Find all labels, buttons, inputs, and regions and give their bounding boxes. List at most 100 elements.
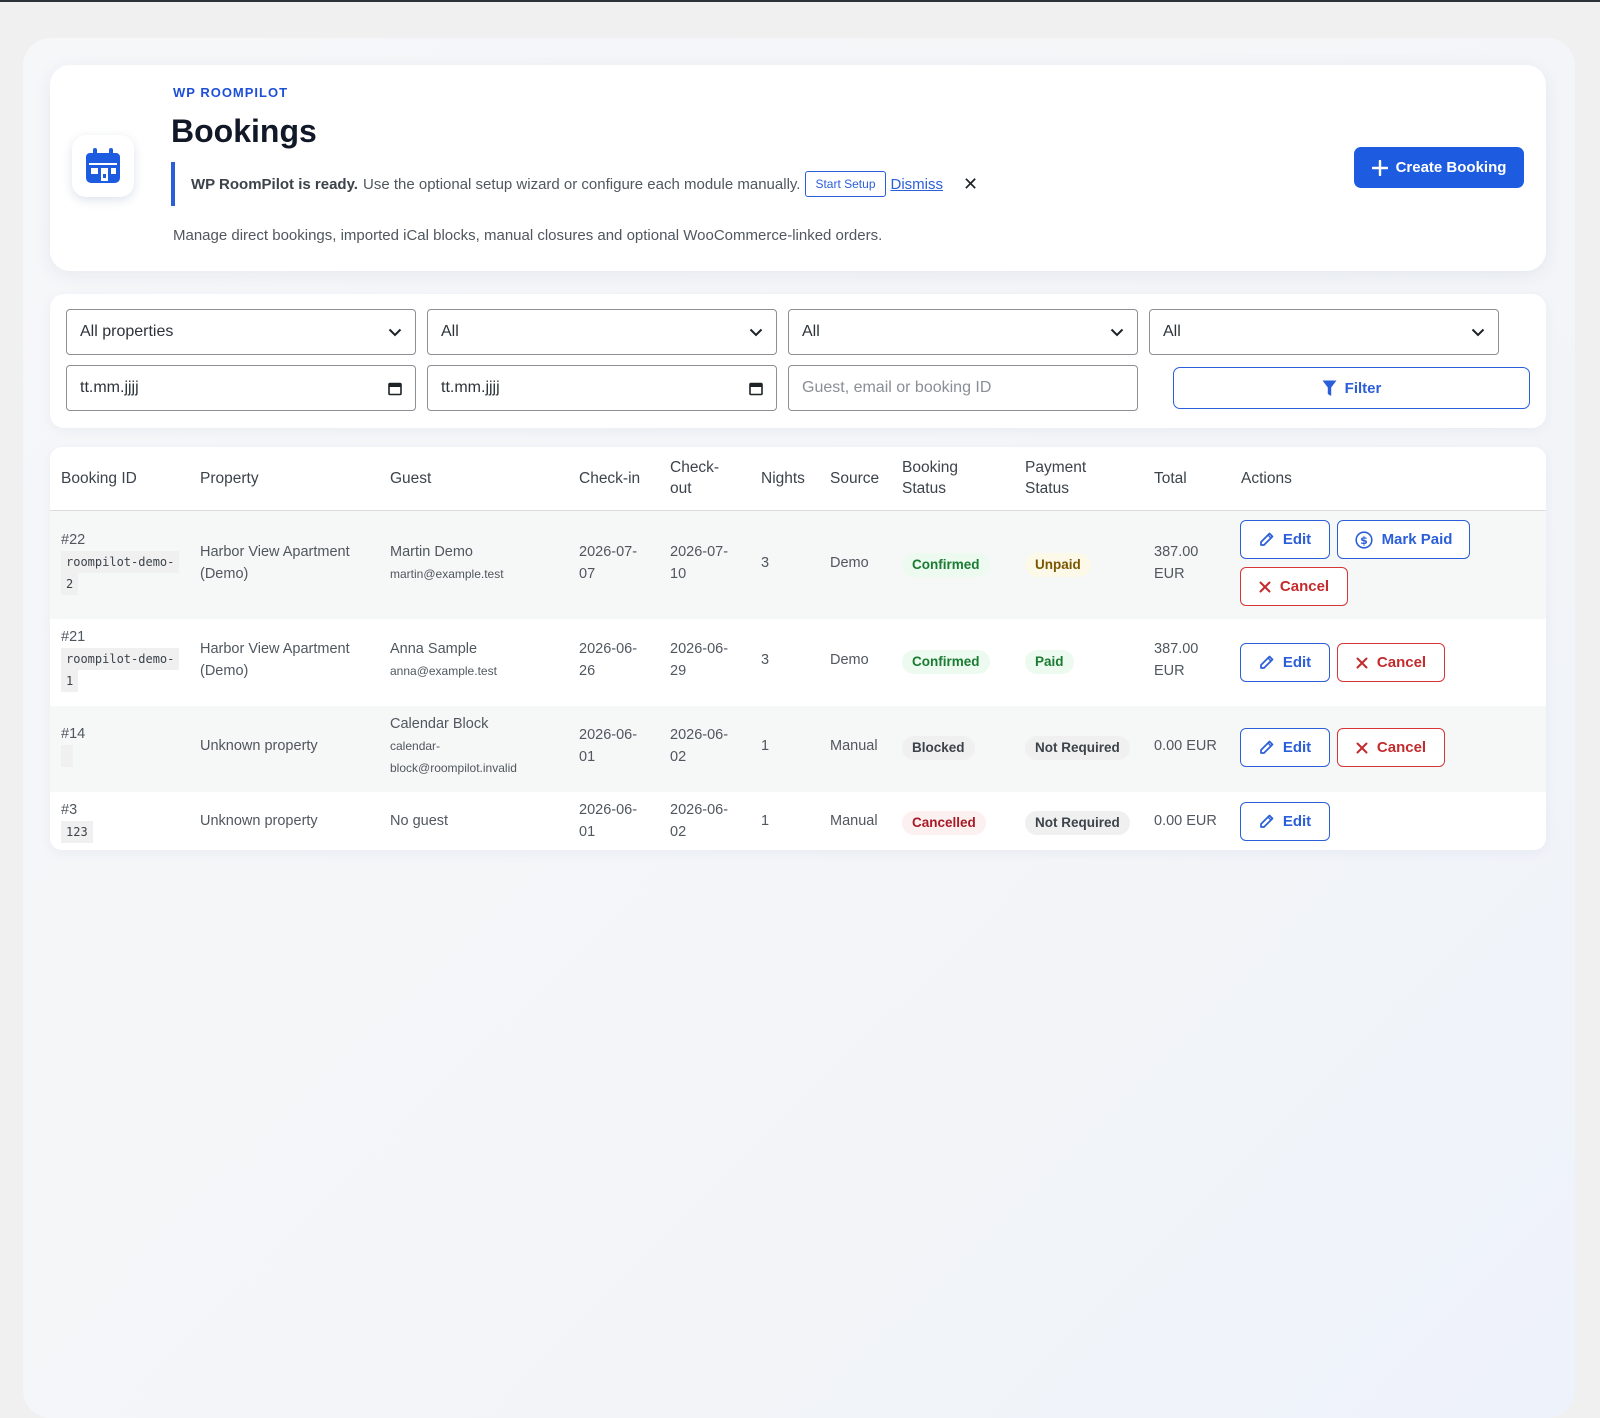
nights-cell: 1 <box>761 813 770 829</box>
table-row: #3 123 Unknown property No guest 2026-06… <box>50 792 1546 850</box>
checkout-cell: 2026-07- 10 <box>670 541 728 585</box>
edit-button[interactable]: Edit <box>1240 643 1330 682</box>
payment-status-badge: Unpaid <box>1025 553 1091 577</box>
col-total: Total <box>1154 470 1187 487</box>
checkout-date-cont: 10 <box>670 566 687 582</box>
col-payment-status: Payment Status <box>1025 457 1086 499</box>
create-booking-button[interactable]: Create Booking <box>1354 147 1524 188</box>
col-payment-status-line1: Payment <box>1025 459 1087 476</box>
pencil-icon <box>1259 814 1274 828</box>
col-checkout: Check- out <box>670 457 719 499</box>
date-from-input[interactable]: tt.mm.jjjj <box>66 365 416 411</box>
checkin-date: 2026-06- <box>579 641 638 657</box>
checkin-date-cont: 26 <box>579 663 596 679</box>
col-booking-id: Booking ID <box>61 470 137 487</box>
guest-cell: No guest <box>390 813 449 829</box>
cancel-button[interactable]: Cancel <box>1337 643 1445 682</box>
chevron-down-icon <box>388 328 402 336</box>
booking-reference-cont: 1 <box>61 670 79 692</box>
start-setup-button[interactable]: Start Setup <box>805 171 886 197</box>
guest-email: anna@example.test <box>390 664 497 678</box>
col-nights: Nights <box>761 470 805 487</box>
status-select-value: All <box>441 323 459 340</box>
checkout-date: 2026-06- <box>670 641 729 657</box>
total-amount: 387.00 <box>1154 544 1199 560</box>
notice-title: WP RoomPilot is ready. <box>191 175 358 193</box>
pencil-icon <box>1259 532 1274 546</box>
app-logo <box>72 135 134 197</box>
property-name-cont: (Demo) <box>200 663 249 679</box>
source-select[interactable]: All <box>1149 309 1499 355</box>
booking-id-cell: #14 <box>61 723 85 774</box>
table-row: #21 roompilot-demo- 1 Harbor View Apartm… <box>50 619 1546 706</box>
col-property: Property <box>200 470 259 487</box>
cancel-label: Cancel <box>1376 739 1427 756</box>
guest-name: Calendar Block <box>390 716 489 732</box>
cancel-button[interactable]: Cancel <box>1240 567 1348 606</box>
edit-label: Edit <box>1282 739 1312 756</box>
status-select[interactable]: All <box>427 309 777 355</box>
dismiss-link[interactable]: Dismiss <box>891 176 944 193</box>
total-currency: EUR <box>1154 663 1185 679</box>
booking-reference: roompilot-demo- <box>61 648 180 670</box>
col-checkout-line2: out <box>670 480 692 497</box>
booking-reference-cont: 2 <box>61 573 79 595</box>
page-title: Bookings <box>171 113 317 149</box>
edit-button[interactable]: Edit <box>1240 728 1330 767</box>
col-actions: Actions <box>1241 470 1292 487</box>
total-cell: 387.00 EUR <box>1154 541 1198 585</box>
edit-label: Edit <box>1282 654 1312 671</box>
bookings-table: Booking ID Property Guest Check-in Check… <box>50 447 1546 850</box>
date-from-value: tt.mm.jjjj <box>80 379 139 396</box>
checkout-cell: 2026-06- 02 <box>670 724 728 768</box>
setup-notice: WP RoomPilot is ready. Use the optional … <box>171 162 978 206</box>
col-payment-status-line2: Status <box>1025 480 1069 497</box>
edit-button[interactable]: Edit <box>1240 802 1330 841</box>
guest-name: Anna Sample <box>390 641 478 657</box>
filter-button[interactable]: Filter <box>1173 367 1530 409</box>
col-checkin: Check-in <box>579 470 641 487</box>
date-to-input[interactable]: tt.mm.jjjj <box>427 365 777 411</box>
notice-text: Use the optional setup wizard or configu… <box>362 175 801 193</box>
payment-select[interactable]: All <box>788 309 1138 355</box>
table-row: #22 roompilot-demo- 2 Harbor View Apartm… <box>50 511 1546 619</box>
property-cell: Unknown property <box>200 813 318 829</box>
checkin-cell: 2026-07- 07 <box>579 541 637 585</box>
booking-id: #22 <box>61 532 86 548</box>
property-name: Harbor View Apartment <box>200 641 350 657</box>
search-placeholder: Guest, email or booking ID <box>802 379 992 396</box>
mark-paid-label: Mark Paid <box>1381 531 1453 548</box>
total-cell: 387.00 EUR <box>1154 638 1198 682</box>
header-card: WP ROOMPILOT Bookings WP RoomPilot is re… <box>50 65 1546 271</box>
total-currency: EUR <box>1154 566 1185 582</box>
payment-select-value: All <box>802 323 820 340</box>
booking-id: #14 <box>61 726 86 742</box>
total-cell: 0.00 EUR <box>1154 813 1217 829</box>
property-name-cont: (Demo) <box>200 566 249 582</box>
close-icon[interactable]: ✕ <box>963 175 978 193</box>
payment-status-badge: Not Required <box>1025 811 1130 835</box>
chevron-down-icon <box>1471 328 1485 336</box>
source-cell: Demo <box>830 652 869 668</box>
booking-id: #3 <box>61 802 78 818</box>
cancel-button[interactable]: Cancel <box>1337 728 1445 767</box>
brand-eyebrow: WP ROOMPILOT <box>173 85 289 100</box>
checkout-date-cont: 02 <box>670 824 687 840</box>
col-booking-status-line2: Status <box>902 480 946 497</box>
svg-text:$: $ <box>1360 534 1368 547</box>
chevron-down-icon <box>749 328 763 336</box>
property-select[interactable]: All properties <box>66 309 416 355</box>
search-input[interactable]: Guest, email or booking ID <box>788 365 1138 411</box>
edit-button[interactable]: Edit <box>1240 520 1330 559</box>
property-cell: Harbor View Apartment (Demo) <box>200 541 350 585</box>
booking-status-badge: Confirmed <box>902 650 990 674</box>
x-icon <box>1356 657 1368 668</box>
plus-icon <box>1371 159 1388 176</box>
filter-bar: All properties All All All tt.mm.jjjj tt… <box>50 294 1546 428</box>
dollar-circle-icon: $ <box>1354 530 1373 549</box>
checkin-date: 2026-07- <box>579 544 638 560</box>
calendar-small-icon <box>388 382 402 395</box>
edit-label: Edit <box>1282 813 1312 830</box>
mark-paid-button[interactable]: $ Mark Paid <box>1337 520 1470 559</box>
checkout-date-cont: 02 <box>670 749 687 765</box>
